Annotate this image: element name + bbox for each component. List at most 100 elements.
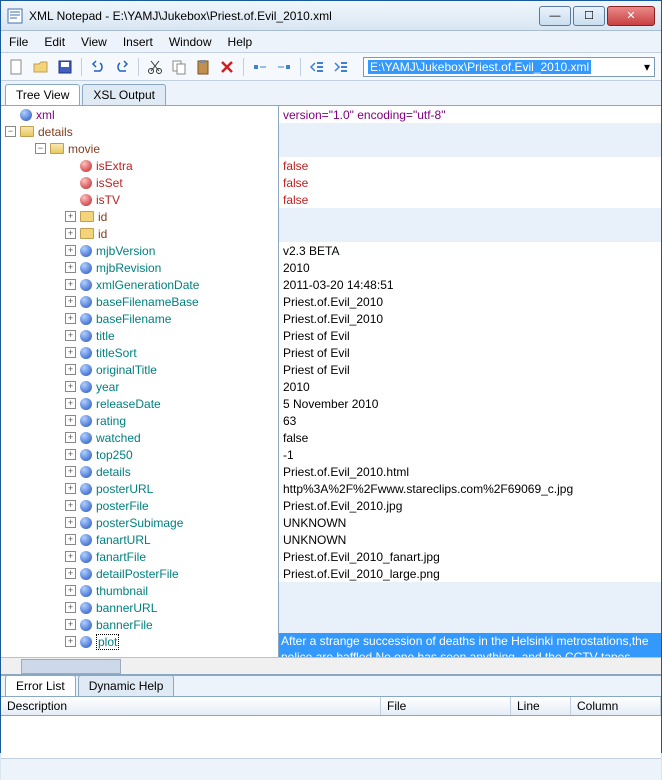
menu-help[interactable]: Help (228, 35, 253, 49)
expander[interactable]: + (65, 398, 76, 409)
node-id[interactable]: id (98, 227, 107, 241)
menu-insert[interactable]: Insert (123, 35, 153, 49)
node-id[interactable]: id (98, 210, 107, 224)
node-basefilenamebase[interactable]: baseFilenameBase (96, 295, 199, 309)
value-isextra[interactable]: false (279, 157, 661, 174)
node-mjbversion[interactable]: mjbVersion (96, 244, 155, 258)
expander[interactable]: + (65, 500, 76, 511)
node-details-el[interactable]: details (96, 465, 131, 479)
value-istv[interactable]: false (279, 191, 661, 208)
address-bar[interactable]: E:\YAMJ\Jukebox\Priest.of.Evil_2010.xml … (363, 57, 655, 77)
node-plot[interactable]: plot (96, 634, 119, 650)
value-isset[interactable]: false (279, 174, 661, 191)
value-posterurl[interactable]: http%3A%2F%2Fwww.stareclips.com%2F69069_… (279, 480, 661, 497)
node-releasedate[interactable]: releaseDate (96, 397, 161, 411)
node-isset[interactable]: isSet (96, 176, 123, 190)
node-posterfile[interactable]: posterFile (96, 499, 149, 513)
value-mjbrevision[interactable]: 2010 (279, 259, 661, 276)
col-line[interactable]: Line (511, 697, 571, 715)
menu-file[interactable]: File (9, 35, 28, 49)
expander[interactable]: + (65, 619, 76, 630)
cut-button[interactable] (145, 57, 165, 77)
node-mjbrevision[interactable]: mjbRevision (96, 261, 161, 275)
outdent-button[interactable] (307, 57, 327, 77)
expander[interactable]: + (65, 534, 76, 545)
expander[interactable]: + (65, 466, 76, 477)
expander[interactable]: − (35, 143, 46, 154)
value-postersubimage[interactable]: UNKNOWN (279, 514, 661, 531)
node-originaltitle[interactable]: originalTitle (96, 363, 157, 377)
expander[interactable]: + (65, 364, 76, 375)
value-xmlgendate[interactable]: 2011-03-20 14:48:51 (279, 276, 661, 293)
expander[interactable]: + (65, 602, 76, 613)
node-detailposterfile[interactable]: detailPosterFile (96, 567, 179, 581)
node-titlesort[interactable]: titleSort (96, 346, 137, 360)
expander[interactable]: + (65, 279, 76, 290)
col-description[interactable]: Description (1, 697, 381, 715)
expander[interactable]: + (65, 568, 76, 579)
expander[interactable]: + (65, 245, 76, 256)
redo-button[interactable] (112, 57, 132, 77)
value-watched[interactable]: false (279, 429, 661, 446)
value-top250[interactable]: -1 (279, 446, 661, 463)
node-postersubimage[interactable]: posterSubimage (96, 516, 183, 530)
scroll-thumb[interactable] (21, 659, 121, 674)
tab-error-list[interactable]: Error List (5, 675, 76, 696)
expander[interactable]: + (65, 296, 76, 307)
node-istv[interactable]: isTV (96, 193, 120, 207)
horizontal-scrollbar[interactable] (1, 657, 661, 674)
node-top250[interactable]: top250 (96, 448, 133, 462)
dropdown-icon[interactable]: ▾ (644, 60, 650, 74)
tab-dynamic-help[interactable]: Dynamic Help (78, 675, 175, 696)
maximize-button[interactable]: ☐ (573, 6, 605, 26)
node-watched[interactable]: watched (96, 431, 141, 445)
value-mjbversion[interactable]: v2.3 BETA (279, 242, 661, 259)
menu-window[interactable]: Window (169, 35, 212, 49)
paste-button[interactable] (193, 57, 213, 77)
expander[interactable]: + (65, 211, 76, 222)
value-xml[interactable]: version="1.0" encoding="utf-8" (279, 106, 661, 123)
expander[interactable]: + (65, 636, 76, 647)
node-movie[interactable]: movie (68, 142, 100, 156)
expander[interactable]: + (65, 347, 76, 358)
value-detailposterfile[interactable]: Priest.of.Evil_2010_large.png (279, 565, 661, 582)
value-fanarturl[interactable]: UNKNOWN (279, 531, 661, 548)
value-column[interactable]: version="1.0" encoding="utf-8" false fal… (279, 106, 661, 657)
value-posterfile[interactable]: Priest.of.Evil_2010.jpg (279, 497, 661, 514)
expander[interactable]: + (65, 262, 76, 273)
value-titlesort[interactable]: Priest of Evil (279, 344, 661, 361)
value-title[interactable]: Priest of Evil (279, 327, 661, 344)
node-xmlgendate[interactable]: xmlGenerationDate (96, 278, 199, 292)
value-basefilenamebase[interactable]: Priest.of.Evil_2010 (279, 293, 661, 310)
tab-tree-view[interactable]: Tree View (5, 84, 80, 105)
value-basefilename[interactable]: Priest.of.Evil_2010 (279, 310, 661, 327)
expander[interactable]: − (5, 126, 16, 137)
value-plot[interactable]: After a strange succession of deaths in … (279, 633, 661, 657)
node-isextra[interactable]: isExtra (96, 159, 133, 173)
expander[interactable]: + (65, 330, 76, 341)
node-basefilename[interactable]: baseFilename (96, 312, 171, 326)
expander[interactable]: + (65, 585, 76, 596)
insert-after-button[interactable] (274, 57, 294, 77)
expander[interactable]: + (65, 551, 76, 562)
expander[interactable]: + (65, 483, 76, 494)
node-xml[interactable]: xml (36, 108, 55, 122)
insert-before-button[interactable] (250, 57, 270, 77)
node-bannerurl[interactable]: bannerURL (96, 601, 157, 615)
expander[interactable]: + (65, 313, 76, 324)
node-title[interactable]: title (96, 329, 115, 343)
menu-edit[interactable]: Edit (44, 35, 65, 49)
expander[interactable]: + (65, 381, 76, 392)
open-button[interactable] (31, 57, 51, 77)
node-bannerfile[interactable]: bannerFile (96, 618, 153, 632)
close-button[interactable]: ✕ (607, 6, 655, 26)
indent-button[interactable] (331, 57, 351, 77)
node-fanarturl[interactable]: fanartURL (96, 533, 151, 547)
value-details[interactable]: Priest.of.Evil_2010.html (279, 463, 661, 480)
value-year[interactable]: 2010 (279, 378, 661, 395)
expander[interactable]: + (65, 449, 76, 460)
value-fanartfile[interactable]: Priest.of.Evil_2010_fanart.jpg (279, 548, 661, 565)
save-button[interactable] (55, 57, 75, 77)
minimize-button[interactable]: — (539, 6, 571, 26)
undo-button[interactable] (88, 57, 108, 77)
